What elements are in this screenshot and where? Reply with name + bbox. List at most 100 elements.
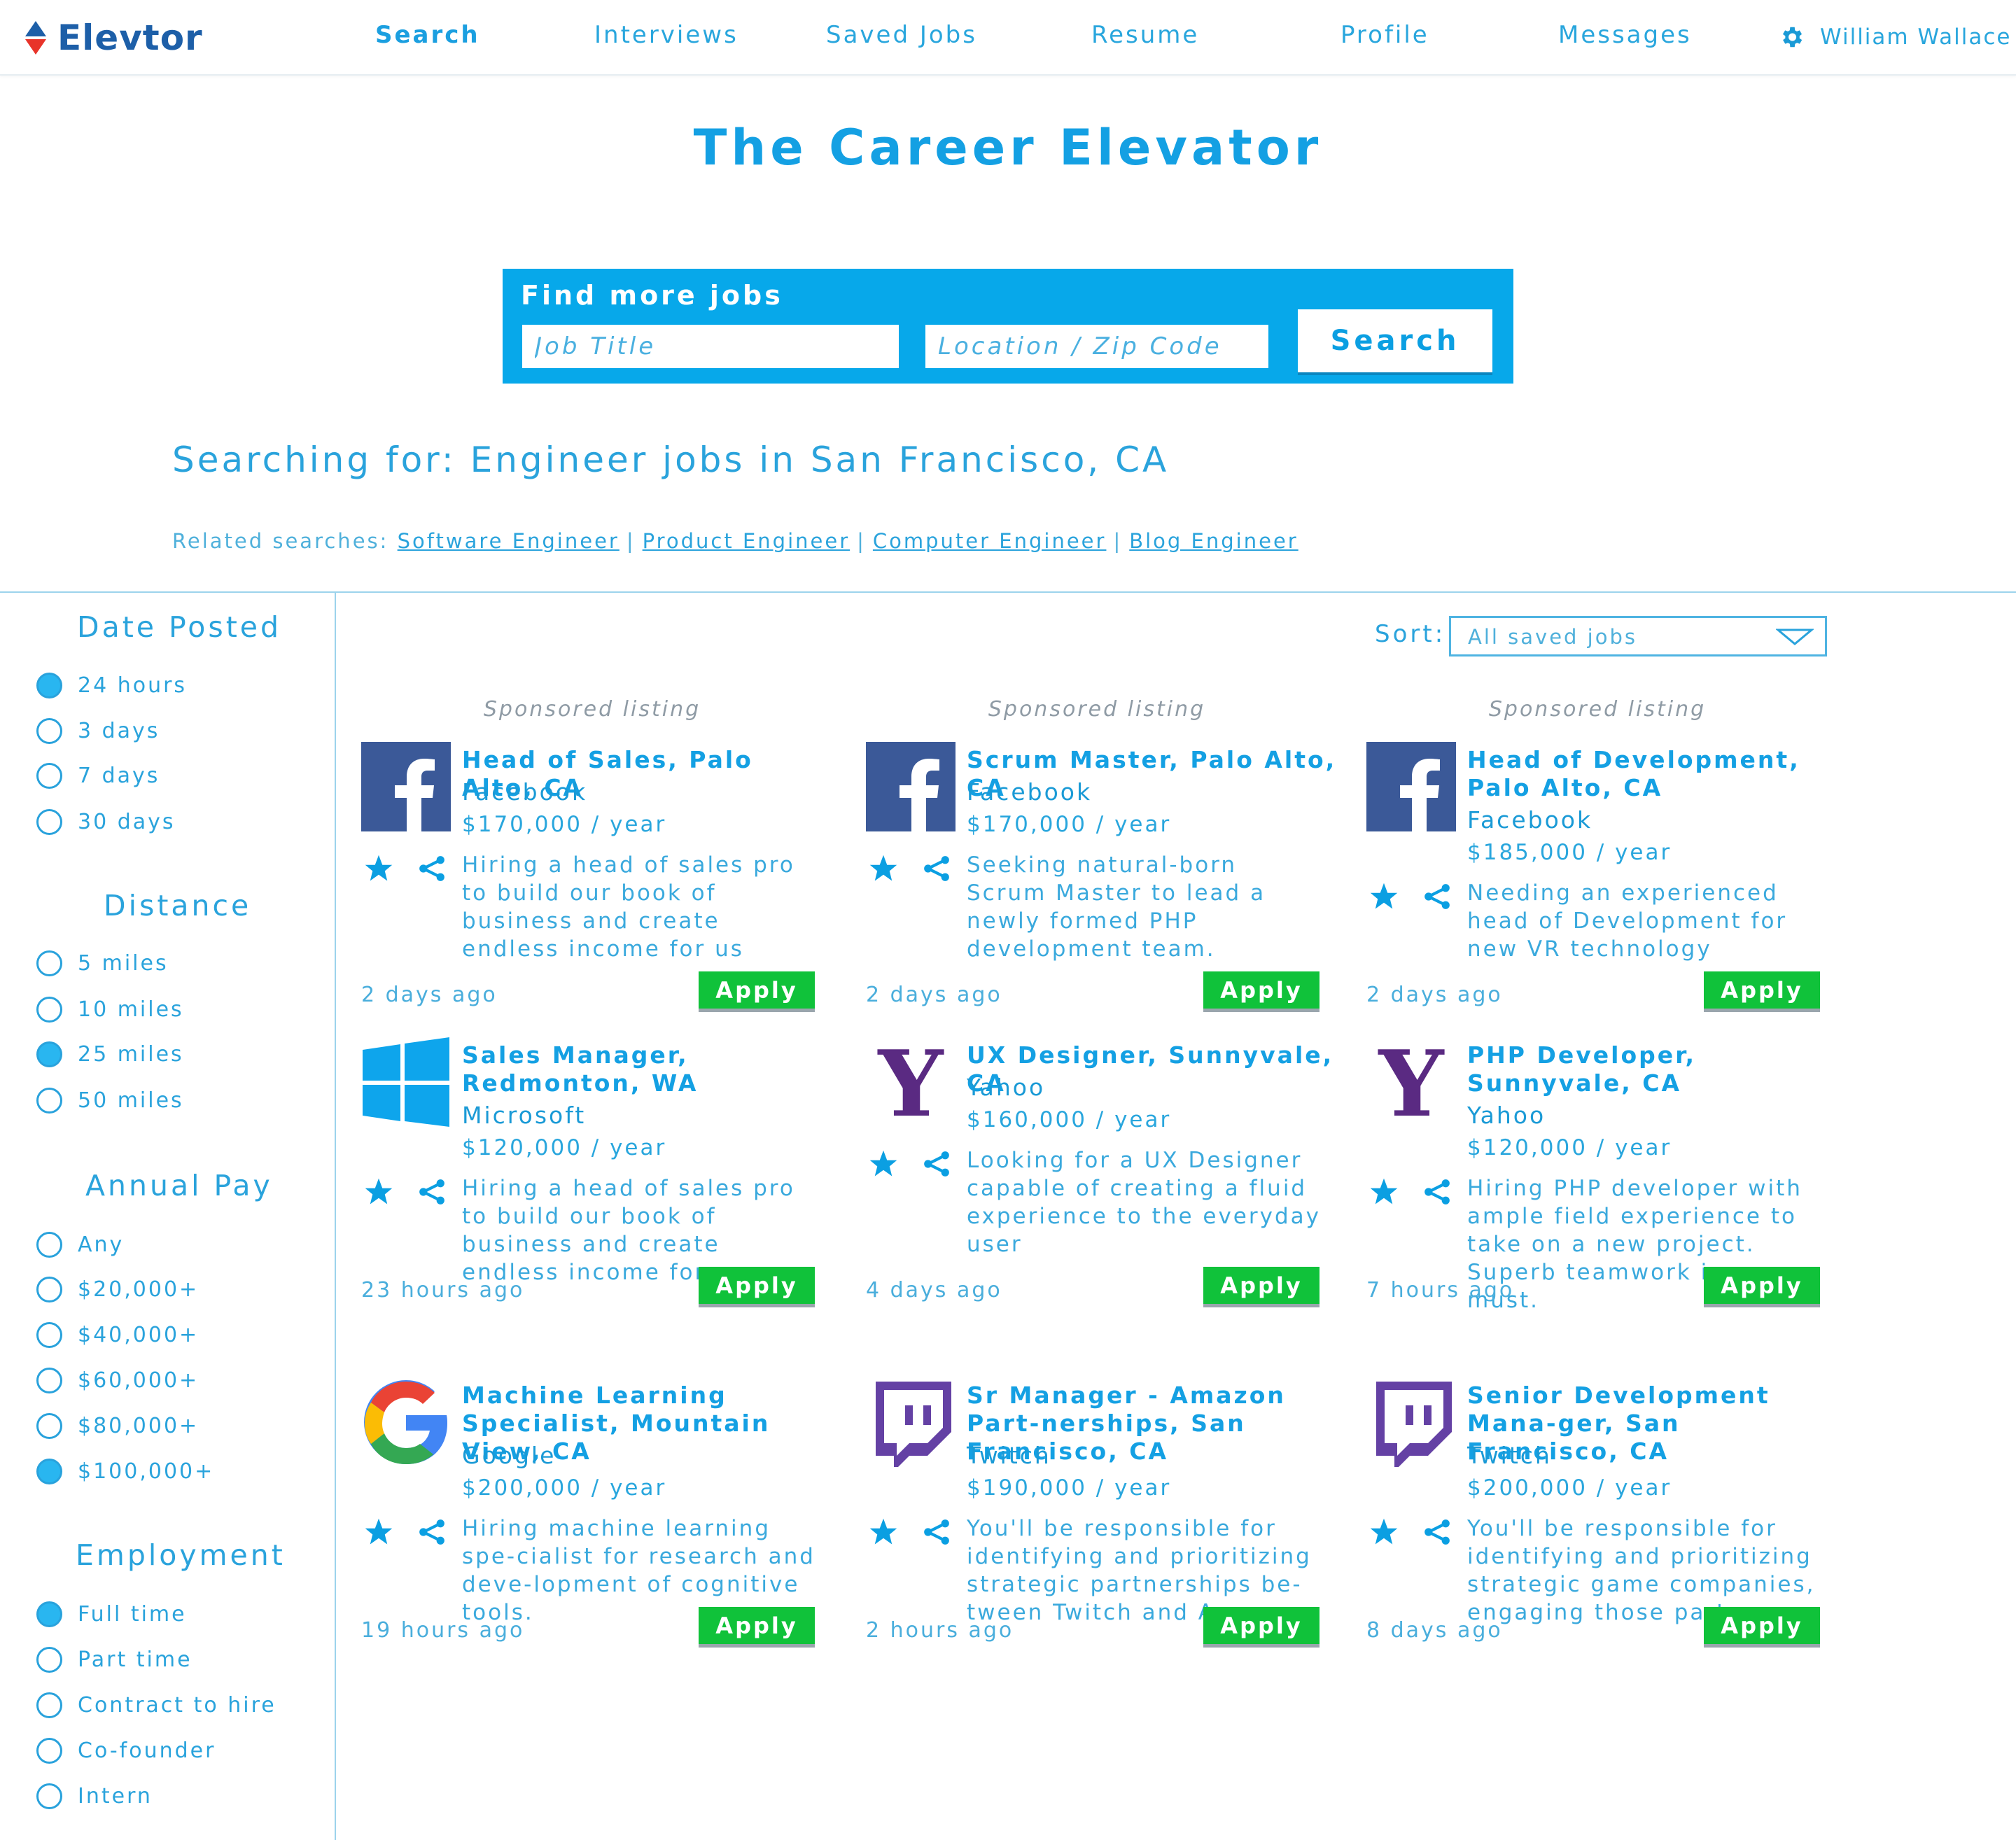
filter-option-selected[interactable]: Full time bbox=[36, 1601, 187, 1627]
gear-icon[interactable] bbox=[1778, 24, 1805, 50]
radio-button[interactable] bbox=[36, 1738, 62, 1764]
share-icon[interactable] bbox=[417, 1517, 447, 1547]
radio-button[interactable] bbox=[36, 950, 62, 976]
star-icon[interactable] bbox=[1369, 1177, 1399, 1207]
share-icon[interactable] bbox=[922, 1149, 951, 1179]
nav-saved-jobs[interactable]: Saved Jobs bbox=[826, 21, 977, 49]
radio-button[interactable] bbox=[36, 673, 62, 698]
apply-button[interactable]: Apply bbox=[699, 1607, 815, 1648]
radio-button[interactable] bbox=[36, 763, 62, 789]
related-link-computer-engineer[interactable]: Computer Engineer bbox=[873, 529, 1107, 553]
apply-button[interactable]: Apply bbox=[1704, 971, 1820, 1012]
filter-option[interactable]: 3 days bbox=[36, 718, 160, 744]
star-icon[interactable] bbox=[869, 854, 898, 883]
filter-option[interactable]: Co-founder bbox=[36, 1738, 216, 1764]
radio-button[interactable] bbox=[36, 1088, 62, 1114]
job-card[interactable]: Sponsored listing Scrum Master, Palo Alto… bbox=[866, 697, 1342, 1026]
related-link-software-engineer[interactable]: Software Engineer bbox=[398, 529, 620, 553]
apply-button[interactable]: Apply bbox=[1704, 1267, 1820, 1307]
nav-profile[interactable]: Profile bbox=[1340, 21, 1429, 49]
filter-option[interactable]: Part time bbox=[36, 1647, 192, 1673]
job-card[interactable]: Sponsored listing Head of Sales, Palo Alt… bbox=[361, 697, 837, 1026]
filter-option[interactable]: $20,000+ bbox=[36, 1277, 199, 1302]
share-icon[interactable] bbox=[1422, 1177, 1452, 1207]
apply-button[interactable]: Apply bbox=[1203, 1267, 1320, 1307]
share-icon[interactable] bbox=[922, 1517, 951, 1547]
radio-button[interactable] bbox=[36, 1783, 62, 1809]
filter-option[interactable]: 50 miles bbox=[36, 1088, 184, 1114]
job-title[interactable]: PHP Developer, Sunnyvale, CA bbox=[1467, 1041, 1838, 1097]
related-link-product-engineer[interactable]: Product Engineer bbox=[643, 529, 850, 553]
facebook-logo bbox=[866, 742, 955, 831]
share-icon[interactable] bbox=[417, 1177, 447, 1207]
radio-button[interactable] bbox=[36, 1368, 62, 1393]
search-button[interactable]: Search bbox=[1298, 309, 1492, 372]
share-icon[interactable] bbox=[1422, 1517, 1452, 1547]
radio-button[interactable] bbox=[36, 1232, 62, 1258]
share-icon[interactable] bbox=[417, 854, 447, 883]
related-searches: Related searches: Software Engineer | Prod… bbox=[172, 529, 1298, 553]
filter-option-selected[interactable]: 24 hours bbox=[36, 673, 187, 698]
star-icon[interactable] bbox=[364, 1177, 393, 1207]
apply-button[interactable]: Apply bbox=[1203, 1607, 1320, 1648]
nav-resume[interactable]: Resume bbox=[1091, 21, 1199, 49]
filter-option[interactable]: Intern bbox=[36, 1783, 153, 1809]
job-title[interactable]: Sales Manager, Redmonton, WA bbox=[462, 1041, 833, 1097]
apply-button[interactable]: Apply bbox=[699, 1267, 815, 1307]
filter-option-selected[interactable]: 25 miles bbox=[36, 1041, 184, 1067]
filter-option[interactable]: Contract to hire bbox=[36, 1692, 276, 1718]
radio-button[interactable] bbox=[36, 1601, 62, 1627]
star-icon[interactable] bbox=[1369, 1517, 1399, 1547]
filter-option-label: $80,000+ bbox=[78, 1414, 200, 1438]
job-card[interactable]: Y UX Designer, Sunnyvale, CA Yahoo $160,000… bbox=[866, 1030, 1342, 1366]
filter-option[interactable]: 10 miles bbox=[36, 997, 184, 1023]
star-icon[interactable] bbox=[869, 1517, 898, 1547]
job-card[interactable]: Sales Manager, Redmonton, WA Microsoft $12… bbox=[361, 1037, 837, 1366]
filter-option-selected[interactable]: $100,000+ bbox=[36, 1459, 214, 1484]
filter-option[interactable]: Any bbox=[36, 1232, 124, 1258]
radio-button[interactable] bbox=[36, 997, 62, 1023]
apply-button[interactable]: Apply bbox=[1704, 1607, 1820, 1648]
apply-button[interactable]: Apply bbox=[1203, 971, 1320, 1012]
apply-button[interactable]: Apply bbox=[699, 971, 815, 1012]
filter-option[interactable]: $40,000+ bbox=[36, 1322, 199, 1348]
star-icon[interactable] bbox=[869, 1149, 898, 1179]
job-card[interactable]: Senior Development Mana-ger, San Francis… bbox=[1366, 1377, 1842, 1706]
nav-search[interactable]: Search bbox=[375, 21, 480, 49]
filter-option[interactable]: 7 days bbox=[36, 763, 160, 789]
chevron-down-icon[interactable] bbox=[1776, 628, 1814, 646]
related-link-blog-engineer[interactable]: Blog Engineer bbox=[1129, 529, 1298, 553]
radio-button[interactable] bbox=[36, 1322, 62, 1348]
radio-button[interactable] bbox=[36, 1277, 62, 1302]
radio-button[interactable] bbox=[36, 809, 62, 835]
job-card[interactable]: Y PHP Developer, Sunnyvale, CA Yahoo $120,0… bbox=[1366, 1030, 1842, 1366]
share-icon[interactable] bbox=[922, 854, 951, 883]
job-title[interactable]: Head of Development, Palo Alto, CA bbox=[1467, 746, 1838, 802]
location-input[interactable] bbox=[925, 325, 1268, 368]
filter-option[interactable]: $80,000+ bbox=[36, 1413, 199, 1439]
job-card[interactable]: Sr Manager - Amazon Part-nerships, San F… bbox=[866, 1377, 1342, 1706]
nav-interviews[interactable]: Interviews bbox=[594, 21, 738, 49]
user-name[interactable]: William Wallace bbox=[1820, 24, 2011, 50]
radio-button[interactable] bbox=[36, 1041, 62, 1067]
radio-button[interactable] bbox=[36, 718, 62, 744]
filter-option[interactable]: $60,000+ bbox=[36, 1368, 199, 1393]
star-icon[interactable] bbox=[1369, 882, 1399, 911]
sort-dropdown[interactable]: All saved jobs bbox=[1449, 616, 1827, 656]
star-icon[interactable] bbox=[364, 1517, 393, 1547]
filter-option[interactable]: 30 days bbox=[36, 809, 176, 835]
filter-title-date-posted: Date Posted bbox=[77, 610, 282, 644]
radio-button[interactable] bbox=[36, 1692, 62, 1718]
user-menu[interactable]: William Wallace bbox=[1778, 24, 2011, 50]
logo[interactable]: Elevtor bbox=[24, 17, 203, 58]
share-icon[interactable] bbox=[1422, 882, 1452, 911]
radio-button[interactable] bbox=[36, 1647, 62, 1673]
job-card[interactable]: Machine Learning Specialist, Mountain Vi… bbox=[361, 1377, 837, 1706]
radio-button[interactable] bbox=[36, 1459, 62, 1484]
star-icon[interactable] bbox=[364, 854, 393, 883]
radio-button[interactable] bbox=[36, 1413, 62, 1439]
job-card[interactable]: Sponsored listing Head of Development, Pa… bbox=[1366, 697, 1842, 1026]
nav-messages[interactable]: Messages bbox=[1558, 21, 1692, 49]
job-title-input[interactable] bbox=[522, 325, 899, 368]
filter-option[interactable]: 5 miles bbox=[36, 950, 169, 976]
